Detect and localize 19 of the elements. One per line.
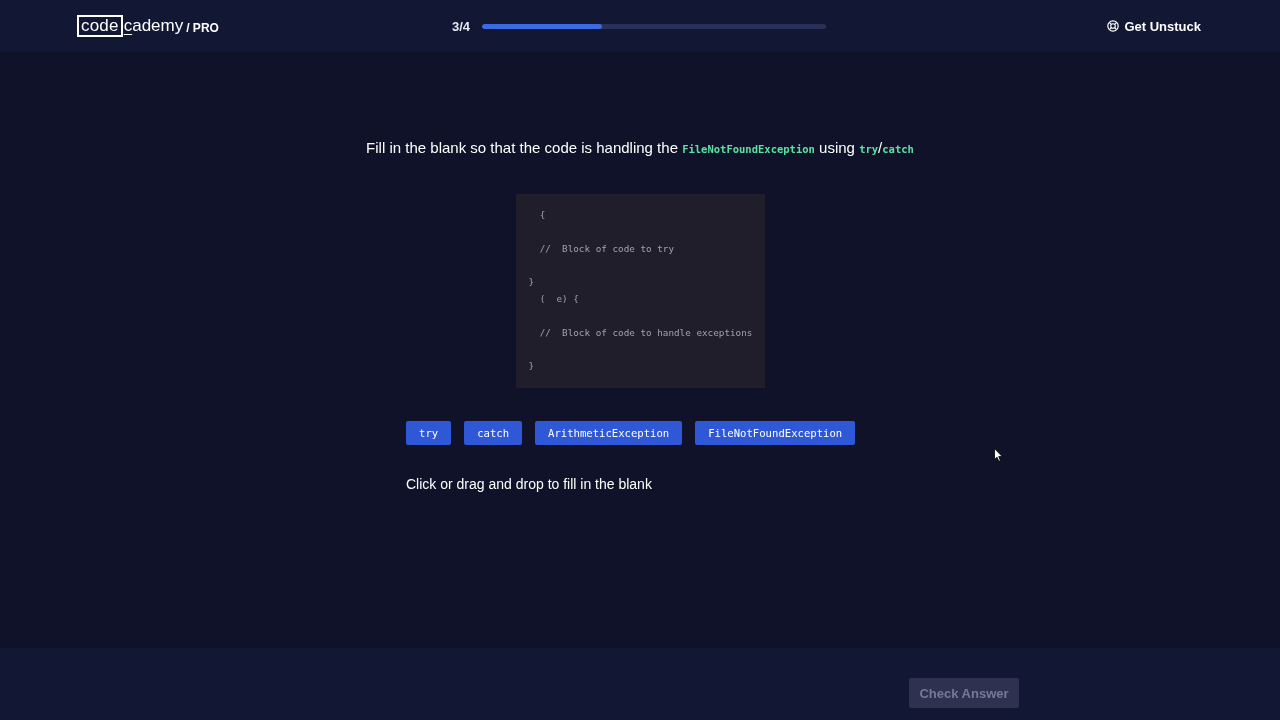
answer-chip[interactable]: catch	[464, 420, 523, 445]
logo-plan-label: / PRO	[186, 20, 219, 35]
answer-chip[interactable]: ArithmeticException	[535, 420, 683, 445]
mouse-pointer-icon	[994, 448, 1003, 462]
instruction-text: Click or drag and drop to fill in the blank	[406, 474, 653, 493]
lifebuoy-icon	[1107, 20, 1120, 32]
logo-boxed-text: code	[77, 15, 123, 37]
progress-counter: 3/4	[451, 18, 471, 34]
answer-chip[interactable]: try	[406, 420, 452, 445]
code-line: {	[538, 208, 547, 222]
code-line: // Block of code to handle exceptions	[538, 325, 754, 340]
code-line: }	[528, 275, 536, 290]
code-line: ( e) {	[538, 292, 580, 306]
logo-text: cademy	[123, 16, 184, 36]
get-unstuck-button[interactable]: Get Unstuck	[1107, 18, 1201, 34]
question-text: Fill in the blank so that the code is handling the FileNotFoundException using try/catch	[366, 138, 914, 158]
answer-chip[interactable]: FileNotFoundException	[695, 420, 856, 445]
code-line: }	[528, 359, 536, 374]
code-line: // Block of code to try	[538, 241, 676, 256]
